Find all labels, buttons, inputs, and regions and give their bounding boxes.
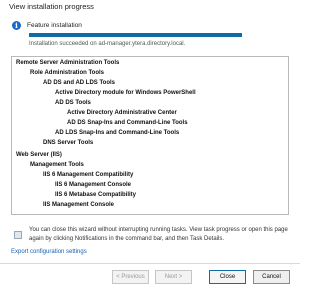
next-button[interactable]: Next > — [155, 270, 192, 284]
results-item: AD LDS Snap-Ins and Command-Line Tools — [55, 130, 180, 136]
progress-bar-fill — [29, 33, 242, 37]
footer-divider — [0, 263, 300, 264]
results-item: Role Administration Tools — [30, 70, 105, 76]
results-item: AD DS Snap-Ins and Command-Line Tools — [67, 120, 188, 126]
notification-icon — [14, 231, 22, 239]
progress-bar — [29, 33, 242, 37]
notice-text: You can close this wizard without interr… — [29, 227, 288, 242]
status-message: Installation succeeded on ad-manager.yte… — [29, 41, 186, 47]
results-item: IIS Management Console — [43, 202, 115, 208]
results-item: Active Directory Administrative Center — [67, 110, 177, 116]
results-item: AD DS Tools — [55, 100, 91, 106]
page-heading: View installation progress — [9, 2, 94, 11]
cancel-button[interactable]: Cancel — [253, 270, 290, 284]
status-label: Feature installation — [27, 22, 82, 29]
results-item: Web Server (IIS) — [16, 152, 62, 158]
results-item: IIS 6 Metabase Compatibility — [55, 192, 137, 198]
status-row: i Feature installation — [12, 21, 82, 30]
results-item: IIS 6 Management Compatibility — [43, 172, 134, 178]
results-item: Active Directory module for Windows Powe… — [55, 90, 196, 96]
results-list: Remote Server Administration Tools Role … — [11, 56, 289, 215]
results-item: DNS Server Tools — [43, 140, 94, 146]
results-item: Remote Server Administration Tools — [16, 60, 120, 66]
info-icon: i — [12, 21, 21, 30]
export-configuration-link[interactable]: Export configuration settings — [11, 249, 87, 255]
results-item: Management Tools — [30, 162, 84, 168]
close-button[interactable]: Close — [209, 270, 246, 284]
results-item: AD DS and AD LDS Tools — [43, 80, 115, 86]
results-item: IIS 6 Management Console — [55, 182, 132, 188]
previous-button[interactable]: < Previous — [112, 270, 149, 284]
